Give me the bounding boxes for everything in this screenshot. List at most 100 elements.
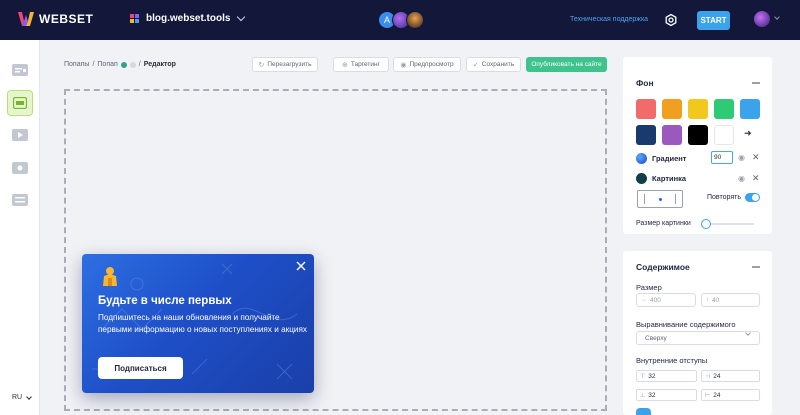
breadcrumb-popup[interactable]: Попап	[97, 61, 117, 68]
targeting-button[interactable]: ⊕ Таргетинг	[333, 57, 389, 72]
color-swatch[interactable]	[636, 125, 656, 145]
preview-button[interactable]: ◉ Предпросмотр	[393, 57, 461, 72]
image-icon	[12, 162, 28, 174]
breadcrumb-popups[interactable]: Попапы	[64, 61, 89, 68]
size-label: Размер	[636, 283, 662, 292]
width-placeholder: 400	[650, 296, 661, 304]
padding-top-value: 32	[648, 372, 656, 380]
close-icon[interactable]: ✕	[752, 173, 760, 184]
preview-label: Предпросмотр	[409, 61, 454, 68]
save-label: Сохранить	[481, 61, 515, 68]
chevron-down-icon	[237, 12, 246, 21]
padding-left-value: 24	[713, 391, 721, 399]
arrow-right-icon[interactable]: ➜	[744, 128, 752, 139]
publish-button[interactable]: Опубликовать на сайте	[526, 57, 607, 72]
subscribe-button[interactable]: Подписаться	[98, 357, 183, 379]
padding-right-field[interactable]: ⊣ 24	[701, 370, 760, 382]
start-button[interactable]: START	[697, 11, 730, 30]
image-label: Картинка	[652, 174, 687, 183]
color-swatch[interactable]	[636, 99, 656, 119]
left-sidebar: RU	[0, 40, 40, 415]
chevron-down-icon	[26, 393, 32, 400]
color-swatch[interactable]	[662, 99, 682, 119]
user-menu[interactable]	[754, 11, 780, 27]
reload-button[interactable]: ↻ Перезагрузить	[252, 57, 318, 72]
height-field[interactable]: ↕ 40	[701, 293, 760, 307]
targeting-label: Таргетинг	[350, 61, 380, 68]
collapse-icon[interactable]	[752, 266, 760, 268]
status-inactive-icon	[129, 61, 136, 68]
color-swatch[interactable]	[740, 99, 760, 119]
image-size-slider[interactable]	[705, 223, 754, 225]
padding-bottom-value: 32	[648, 391, 656, 399]
eye-icon[interactable]: ◉	[738, 153, 745, 162]
bell-icon	[103, 267, 117, 286]
chevron-down-icon	[774, 14, 780, 20]
color-swatch[interactable]	[688, 99, 708, 119]
site-selector[interactable]: blog.webset.tools	[130, 12, 246, 24]
align-value: Сверху	[645, 334, 667, 342]
align-label: Выравнивание содержимого	[636, 320, 736, 329]
target-icon: ⊕	[342, 61, 348, 69]
sidebar-item-image[interactable]	[7, 155, 33, 181]
gradient-icon	[636, 153, 647, 164]
position-dot	[659, 198, 662, 201]
logo-icon	[18, 12, 34, 26]
content-panel-title: Содержимое	[636, 262, 690, 272]
padding-bottom-field[interactable]: ⊥ 32	[636, 389, 697, 401]
avatar[interactable]	[406, 11, 424, 29]
width-icon: ↔	[641, 297, 647, 303]
reload-icon: ↻	[258, 61, 265, 69]
image-row[interactable]: Картинка	[636, 173, 686, 184]
save-button[interactable]: ✓ Сохранить	[466, 57, 521, 72]
popup-layout-icon	[13, 97, 27, 109]
gear-icon[interactable]	[665, 14, 677, 26]
collapse-icon[interactable]	[752, 82, 760, 84]
padding-top-icon: ⊤	[640, 373, 646, 380]
gradient-row[interactable]: Градиент	[636, 153, 686, 164]
padding-left-field[interactable]: ⊢ 24	[701, 389, 760, 401]
image-position-picker[interactable]	[637, 190, 683, 208]
color-swatch[interactable]	[662, 125, 682, 145]
collaborators: A	[378, 11, 424, 29]
eye-icon[interactable]: ◉	[738, 174, 745, 183]
height-icon: ↕	[706, 297, 709, 303]
reload-label: Перезагрузить	[267, 61, 312, 68]
popup-preview[interactable]: Будьте в числе первых Подпишитесь на наш…	[82, 254, 314, 393]
repeat-label: Повторять	[707, 194, 741, 201]
breadcrumb-current: Редактор	[143, 61, 176, 68]
padding-right-value: 24	[713, 372, 721, 380]
padding-bottom-icon: ⊥	[640, 392, 646, 399]
video-icon	[12, 129, 28, 141]
content-toggle[interactable]	[636, 408, 651, 415]
slider-handle[interactable]	[701, 219, 711, 229]
sidebar-item-text[interactable]	[7, 57, 33, 83]
eye-icon: ◉	[400, 61, 407, 69]
color-swatch[interactable]	[688, 125, 708, 145]
height-placeholder: 40	[712, 296, 720, 304]
logo-text: WEBSET	[39, 12, 94, 26]
support-link[interactable]: Техническая поддержка	[570, 16, 648, 23]
close-icon[interactable]	[296, 261, 306, 271]
image-icon	[636, 173, 647, 184]
sidebar-item-list[interactable]	[7, 187, 33, 213]
check-icon: ✓	[472, 61, 479, 69]
sidebar-item-popup[interactable]	[7, 90, 33, 116]
color-swatch[interactable]	[714, 99, 734, 119]
status-active-icon	[120, 61, 127, 68]
padding-right-icon: ⊣	[705, 373, 711, 380]
breadcrumb-separator: /	[138, 61, 141, 68]
user-avatar	[754, 11, 770, 27]
gradient-angle-input[interactable]	[711, 151, 733, 164]
logo[interactable]: WEBSET	[18, 12, 93, 26]
language-selector[interactable]: RU	[12, 393, 32, 401]
color-swatch[interactable]	[714, 125, 734, 145]
align-select[interactable]: Сверху	[636, 330, 760, 345]
width-field[interactable]: ↔ 400	[636, 293, 696, 307]
close-icon[interactable]: ✕	[752, 152, 760, 163]
repeat-toggle[interactable]	[745, 193, 760, 202]
image-size-label: Размер картинки	[636, 220, 691, 227]
site-icon	[130, 13, 139, 23]
padding-top-field[interactable]: ⊤ 32	[636, 370, 697, 382]
sidebar-item-video[interactable]	[7, 122, 33, 148]
